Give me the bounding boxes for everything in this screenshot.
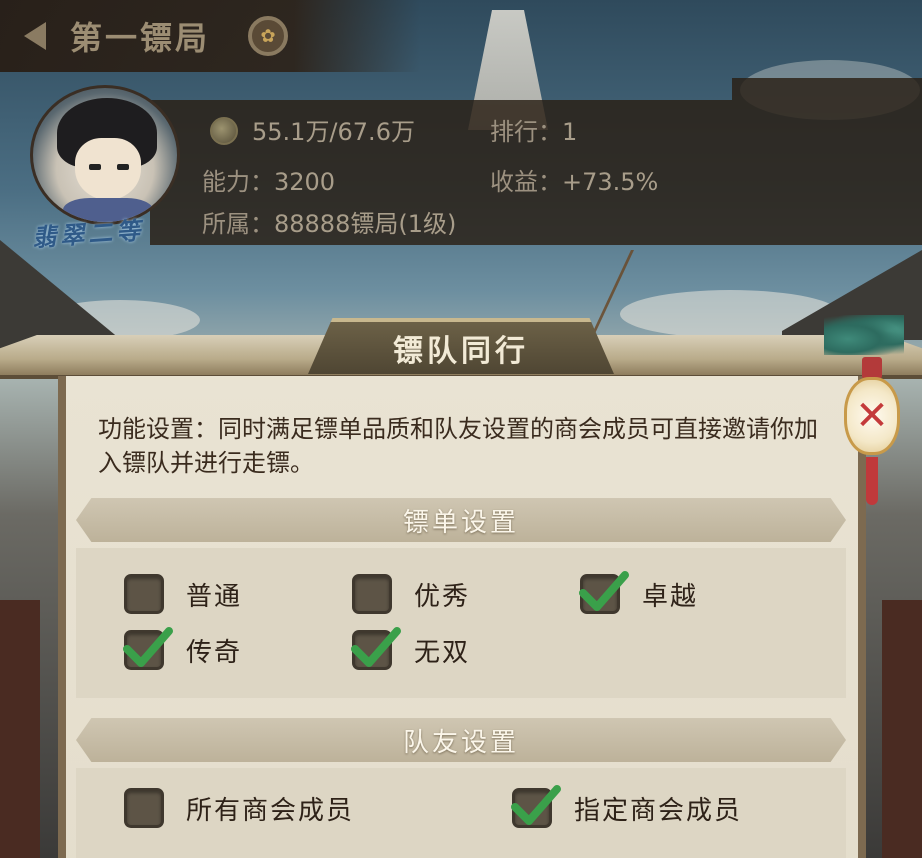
- title-bar: 第一镖局 ✿: [0, 0, 420, 72]
- income-value: +73.5%: [562, 168, 659, 196]
- checkbox[interactable]: [352, 574, 392, 614]
- ability-value: 3200: [274, 168, 336, 196]
- option-label: 普通: [186, 581, 243, 612]
- checkbox[interactable]: [124, 574, 164, 614]
- ability-row: 能力：3200: [202, 162, 335, 197]
- ranking-row: 排行：1: [490, 112, 577, 147]
- background-pillar: [0, 600, 40, 858]
- silver-coin-icon: [210, 117, 238, 145]
- avatar[interactable]: [30, 85, 180, 225]
- lantern-icon: ✕: [844, 377, 900, 455]
- background-roof: [0, 240, 120, 350]
- back-button[interactable]: [0, 0, 70, 72]
- option-all-members[interactable]: 所有商会成员: [124, 788, 354, 828]
- dialog-title-plaque: 镖队同行: [308, 318, 614, 374]
- option-peerless[interactable]: 无双: [351, 627, 471, 670]
- player-avatar-wrap[interactable]: 翡翠二等: [22, 85, 182, 255]
- option-label: 优秀: [414, 581, 471, 612]
- teammate-settings-title: 队友设置: [402, 727, 519, 758]
- checkmark-icon: [351, 627, 401, 667]
- option-excellent[interactable]: 优秀: [352, 574, 470, 614]
- order-settings-title: 镖单设置: [402, 507, 519, 538]
- leaves-icon: [824, 315, 904, 355]
- option-specified-members[interactable]: 指定商会成员: [511, 785, 743, 828]
- checkmark-icon: [511, 785, 561, 825]
- background-pillar: [882, 600, 922, 858]
- close-button[interactable]: ✕: [824, 315, 906, 515]
- ranking-label: 排行：: [490, 118, 562, 146]
- ability-label: 能力：: [202, 168, 274, 196]
- teammate-settings-banner: 队友设置: [76, 718, 846, 762]
- checkbox[interactable]: [579, 571, 629, 614]
- affiliation-value: 88888镖局(1级): [274, 210, 457, 238]
- option-label: 所有商会成员: [186, 795, 355, 826]
- option-legendary[interactable]: 传奇: [123, 627, 243, 670]
- income-row: 收益：+73.5%: [490, 162, 658, 197]
- checkbox[interactable]: [124, 788, 164, 828]
- rank-badge: 翡翠二等: [31, 215, 146, 253]
- close-icon: ✕: [855, 393, 889, 439]
- affiliation-row: 所属：88888镖局(1级): [202, 204, 456, 239]
- order-settings-area: [76, 548, 846, 698]
- option-label: 指定商会成员: [574, 795, 743, 826]
- escort-emblem-icon[interactable]: ✿: [248, 16, 289, 56]
- checkbox[interactable]: [351, 627, 401, 670]
- checkbox[interactable]: [123, 627, 173, 670]
- dialog-title: 镖队同行: [393, 334, 529, 369]
- option-label: 卓越: [642, 581, 699, 612]
- checkmark-icon: [123, 627, 173, 667]
- feature-description: 功能设置：同时满足镖单品质和队友设置的商会成员可直接邀请你加入镖队并进行走镖。: [98, 415, 818, 477]
- page-title: 第一镖局: [70, 19, 211, 57]
- option-normal[interactable]: 普通: [124, 574, 242, 614]
- checkbox[interactable]: [511, 785, 561, 828]
- option-label: 传奇: [186, 637, 243, 668]
- silver-row: 55.1万/67.6万: [210, 112, 415, 147]
- back-arrow-icon: [24, 22, 46, 50]
- player-info-panel: 55.1万/67.6万 排行：1 能力：3200 收益：+73.5% 所属：88…: [150, 78, 922, 245]
- checkmark-icon: [579, 571, 629, 611]
- option-superb[interactable]: 卓越: [579, 571, 699, 614]
- silver-value: 55.1万/67.6万: [252, 118, 415, 146]
- order-settings-banner: 镖单设置: [76, 498, 846, 542]
- ranking-value: 1: [562, 118, 578, 146]
- option-label: 无双: [414, 637, 471, 668]
- income-label: 收益：: [490, 168, 562, 196]
- affiliation-label: 所属：: [202, 210, 274, 238]
